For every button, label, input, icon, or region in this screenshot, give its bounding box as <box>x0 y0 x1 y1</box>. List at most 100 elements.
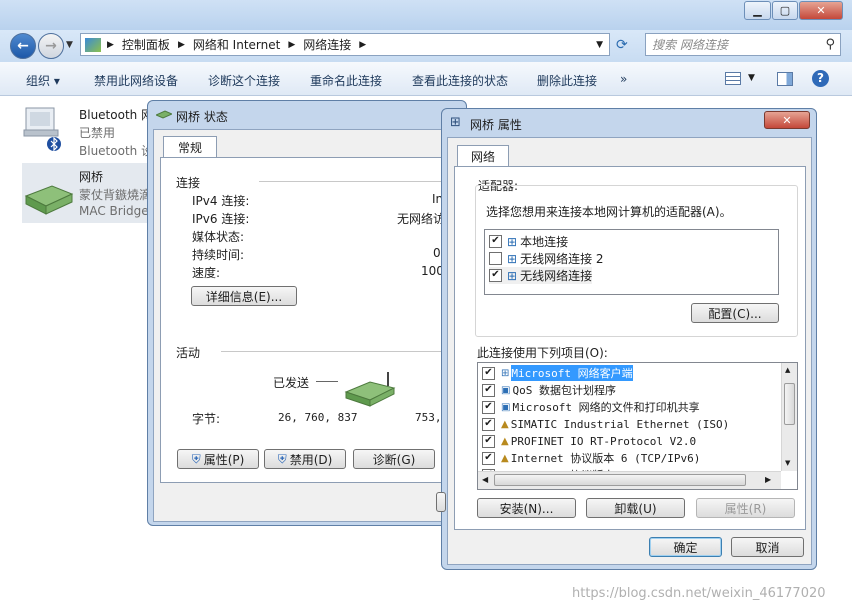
items-header: 此连接使用下列项目(O): <box>477 346 608 360</box>
view-status-button[interactable]: 查看此连接的状态 <box>412 72 508 89</box>
forward-button[interactable]: → <box>38 33 64 59</box>
properties-dialog: ⊞ 网桥 属性 ✕ 网络 适配器: 选择您想用来连接本地网计算机的适配器(A)。… <box>441 108 817 570</box>
adapters-list[interactable]: ✔ ⊞ 本地连接 ⊞ 无线网络连接 2 ✔ ⊞ 无线网络连接 <box>484 229 779 295</box>
disable-button[interactable]: ⛨ 禁用(D) <box>264 449 346 469</box>
scroll-left-icon[interactable]: ◀ <box>482 475 488 484</box>
diagnose-dialog-button[interactable]: 诊断(G) <box>353 449 435 469</box>
change-view-icon[interactable] <box>725 72 741 85</box>
sent-line <box>316 381 338 382</box>
preview-pane-icon[interactable] <box>777 72 793 86</box>
help-icon[interactable]: ? <box>812 70 829 87</box>
adapter-checkbox[interactable]: ✔ <box>489 235 502 248</box>
list-item[interactable] <box>22 104 62 154</box>
qos-icon: ▣ <box>501 384 511 396</box>
properties-button[interactable]: ⛨ 属性(P) <box>177 449 259 469</box>
rename-button[interactable]: 重命名此连接 <box>310 72 382 89</box>
close-button[interactable]: ✕ <box>799 1 843 20</box>
connection-status: 蒙仗背鏃燒滴 <box>79 188 152 202</box>
list-item[interactable]: ✔ ▣ QoS 数据包计划程序 <box>482 382 616 398</box>
tab-network[interactable]: 网络 <box>457 145 509 167</box>
divider <box>221 351 459 352</box>
h-scroll-thumb[interactable] <box>494 474 746 486</box>
watermark: https://blog.csdn.net/weixin_46177020 <box>572 586 826 601</box>
diagnose-button[interactable]: 诊断这个连接 <box>208 72 280 89</box>
breadcrumb-item[interactable]: 网络连接 <box>303 36 351 53</box>
scroll-right-icon[interactable]: ▶ <box>765 475 771 484</box>
organize-button[interactable]: 组织 ▾ <box>26 72 60 89</box>
adapter-row[interactable]: ✔ ⊞ 本地连接 <box>489 233 568 250</box>
breadcrumb-item[interactable]: 网络和 Internet <box>193 36 280 53</box>
more-commands-button[interactable]: » <box>620 72 627 86</box>
breadcrumb-chevron-icon[interactable]: ▶ <box>359 40 366 50</box>
status-close-button-partial[interactable] <box>436 492 446 512</box>
item-checkbox[interactable]: ✔ <box>482 434 495 448</box>
activity-header: 活动 <box>176 346 201 360</box>
disable-button-label: 禁用(D) <box>289 452 333 467</box>
protocol-icon: ▲ <box>501 452 509 464</box>
breadcrumb-chevron-icon[interactable]: ▶ <box>178 40 185 50</box>
item-properties-button[interactable]: 属性(R) <box>696 498 795 518</box>
scroll-down-icon[interactable]: ▼ <box>785 459 790 467</box>
network-icon: ⊞ <box>507 268 518 283</box>
items-list[interactable]: ✔ ⊞ Microsoft 网络客户端 ✔ ▣ QoS 数据包计划程序 ✔ ▣ Microsof… <box>477 362 798 490</box>
item-checkbox[interactable]: ✔ <box>482 451 495 465</box>
address-dropdown-icon[interactable]: ▼ <box>596 40 603 50</box>
horizontal-scrollbar[interactable]: ◀ ▶ <box>478 471 781 489</box>
properties-dialog-title: 网桥 属性 <box>470 118 522 132</box>
list-item[interactable]: ✔ ▲ SIMATIC Industrial Ethernet (ISO) <box>482 416 729 432</box>
disable-device-button[interactable]: 禁用此网络设备 <box>94 72 178 89</box>
adapter-checkbox[interactable] <box>489 252 502 265</box>
list-item[interactable]: ✔ ▣ Microsoft 网络的文件和打印机共享 <box>482 399 700 415</box>
adapter-row[interactable]: ✔ ⊞ 无线网络连接 <box>489 267 593 284</box>
breadcrumb-item[interactable]: 控制面板 <box>122 36 170 53</box>
item-checkbox[interactable]: ✔ <box>482 400 495 414</box>
item-name: Microsoft 网络客户端 <box>511 365 633 381</box>
network-panel: 适配器: 选择您想用来连接本地网计算机的适配器(A)。 ✔ ⊞ 本地连接 ⊞ 无… <box>454 166 806 530</box>
connection-device: MAC Bridge <box>79 204 149 218</box>
list-item[interactable]: ✔ ⊞ Microsoft 网络客户端 <box>482 365 633 381</box>
breadcrumb-chevron-icon[interactable]: ▶ <box>288 40 295 50</box>
refresh-icon[interactable]: ⟳ <box>616 37 628 53</box>
divider <box>259 181 459 182</box>
back-button[interactable]: ← <box>10 33 36 59</box>
ipv6-label: IPv6 连接: <box>192 212 250 226</box>
adapter-checkbox[interactable]: ✔ <box>489 269 502 282</box>
delete-connection-button[interactable]: 删除此连接 <box>537 72 597 89</box>
tab-general[interactable]: 常规 <box>163 136 217 158</box>
adapter-name: 无线网络连接 2 <box>520 252 604 266</box>
scroll-up-icon[interactable]: ▲ <box>785 366 790 374</box>
search-placeholder: 搜索 网络连接 <box>652 38 728 52</box>
uninstall-button[interactable]: 卸载(U) <box>586 498 685 518</box>
search-icon[interactable]: ⚲ <box>825 37 835 52</box>
scroll-thumb[interactable] <box>784 383 795 425</box>
minimize-button[interactable]: ▁ <box>744 1 771 20</box>
cancel-button[interactable]: 取消 <box>731 537 804 557</box>
details-button[interactable]: 详细信息(E)... <box>191 286 297 306</box>
ipv6-value: 无网络访 <box>397 212 446 226</box>
connection-name[interactable]: Bluetooth 网 <box>79 106 153 123</box>
network-client-icon: ⊞ <box>501 367 510 379</box>
configure-button[interactable]: 配置(C)... <box>691 303 779 323</box>
address-input[interactable]: ▶ 控制面板 ▶ 网络和 Internet ▶ 网络连接 ▶ ▼ <box>80 33 610 56</box>
breadcrumb-chevron-icon[interactable]: ▶ <box>107 40 114 50</box>
list-item[interactable]: ✔ ▲ Internet 协议版本 6 (TCP/IPv6) <box>482 450 700 466</box>
recent-pages-chevron-icon[interactable]: ▼ <box>66 40 73 50</box>
maximize-button[interactable]: ▢ <box>772 1 798 20</box>
dialog-close-button[interactable]: ✕ <box>764 111 810 129</box>
adapter-row[interactable]: ⊞ 无线网络连接 2 <box>489 250 604 267</box>
list-item[interactable]: ✔ ▲ PROFINET IO RT-Protocol V2.0 <box>482 433 696 449</box>
vertical-scrollbar[interactable]: ▲ ▼ <box>781 363 797 471</box>
ok-button[interactable]: 确定 <box>649 537 722 557</box>
item-checkbox[interactable]: ✔ <box>482 366 495 380</box>
general-panel: 连接 IPv4 连接: In IPv6 连接: 无网络访 媒体状态: 持续时间:… <box>160 157 460 483</box>
item-name: PROFINET IO RT-Protocol V2.0 <box>510 434 697 448</box>
network-activity-icon <box>344 372 396 407</box>
item-checkbox[interactable]: ✔ <box>482 383 495 397</box>
item-name: SIMATIC Industrial Ethernet (ISO) <box>510 417 730 431</box>
connection-name[interactable]: 网桥 <box>79 168 103 185</box>
list-item-icon-box <box>24 170 74 220</box>
install-button[interactable]: 安装(N)... <box>477 498 576 518</box>
search-input[interactable]: 搜索 网络连接 ⚲ <box>645 33 841 56</box>
view-dropdown-icon[interactable]: ▼ <box>748 73 755 83</box>
item-checkbox[interactable]: ✔ <box>482 417 495 431</box>
